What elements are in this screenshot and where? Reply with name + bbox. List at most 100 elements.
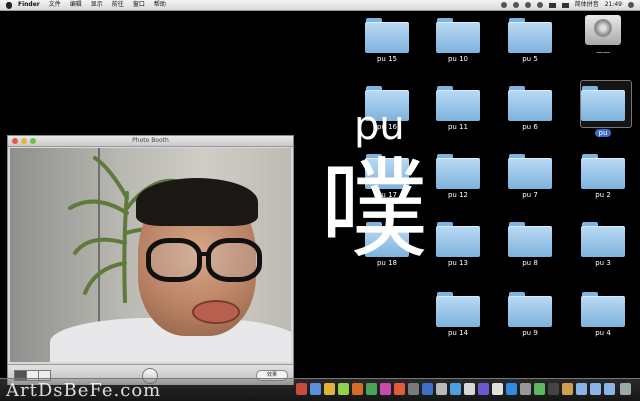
folder-icon xyxy=(508,292,552,327)
folder-pu-15[interactable]: pu 15 xyxy=(360,18,414,63)
folder-label-selected: pu xyxy=(594,129,612,137)
folder-icon xyxy=(581,222,625,257)
folder-pu-10[interactable]: pu 10 xyxy=(431,18,485,63)
dock-app-icon[interactable] xyxy=(478,383,489,395)
folder-label: pu 3 xyxy=(595,259,611,267)
dock-app-icon[interactable] xyxy=(366,383,377,395)
menu-app-finder[interactable]: Finder xyxy=(18,0,40,10)
folder-label: pu 9 xyxy=(522,329,538,337)
folder-icon xyxy=(581,292,625,327)
hard-drive-icon xyxy=(585,15,621,45)
close-icon[interactable] xyxy=(12,138,18,144)
photo-booth-window: Photo Booth 效果 xyxy=(7,135,294,385)
folder-pu-4[interactable]: pu 4 xyxy=(576,292,630,337)
dock-app-icon[interactable] xyxy=(296,383,307,395)
overlay-pinyin: pu xyxy=(354,103,405,149)
dock-app-icon[interactable] xyxy=(408,383,419,395)
flag-icon[interactable] xyxy=(561,2,569,8)
folder-label: pu 13 xyxy=(447,259,468,267)
battery-icon[interactable] xyxy=(548,2,556,8)
folder-label: pu 14 xyxy=(447,329,468,337)
menu-window[interactable]: 窗口 xyxy=(133,0,145,10)
dock-folder-icon[interactable] xyxy=(604,383,615,395)
menu-bar: Finder 文件 编辑 显示 前往 窗口 帮助 简体拼音 21:49 xyxy=(0,0,640,11)
status-area: 简体拼音 21:49 xyxy=(495,0,634,10)
hard-drive[interactable]: —— xyxy=(576,15,630,56)
folder-pu-14[interactable]: pu 14 xyxy=(431,292,485,337)
dock-app-icon[interactable] xyxy=(520,383,531,395)
folder-icon xyxy=(581,154,625,189)
folder-icon xyxy=(436,292,480,327)
folder-icon xyxy=(436,18,480,53)
folder-pu-7[interactable]: pu 7 xyxy=(503,154,557,199)
minimize-icon[interactable] xyxy=(21,138,27,144)
dock-app-icon[interactable] xyxy=(422,383,433,395)
volume-icon[interactable] xyxy=(536,2,543,8)
zoom-icon[interactable] xyxy=(30,138,36,144)
folder-label: pu 10 xyxy=(447,55,468,63)
folder-label: pu 4 xyxy=(595,329,611,337)
apple-menu-icon[interactable] xyxy=(6,1,12,9)
folder-label: pu 6 xyxy=(522,123,538,131)
folder-icon xyxy=(508,222,552,257)
dock-app-icon[interactable] xyxy=(352,383,363,395)
dock-app-icon[interactable] xyxy=(324,383,335,395)
photo-booth-titlebar[interactable]: Photo Booth xyxy=(8,136,293,147)
menu-file[interactable]: 文件 xyxy=(49,0,61,10)
menu-help[interactable]: 帮助 xyxy=(154,0,166,10)
camera-preview xyxy=(10,148,291,362)
watermark: ArtDsBeFe.com xyxy=(6,380,162,401)
person-hair xyxy=(136,178,258,226)
menu-go[interactable]: 前往 xyxy=(112,0,124,10)
folder-label: pu 11 xyxy=(447,123,468,131)
folder-pu-3[interactable]: pu 3 xyxy=(576,222,630,267)
folder-icon xyxy=(436,86,480,121)
trash-icon[interactable] xyxy=(620,383,631,395)
folder-label: pu 2 xyxy=(595,191,611,199)
folder-pu-5[interactable]: pu 5 xyxy=(503,18,557,63)
dock-app-icon[interactable] xyxy=(394,383,405,395)
folder-label: pu 8 xyxy=(522,259,538,267)
folder-pu[interactable]: pu xyxy=(576,86,630,139)
folder-icon xyxy=(436,222,480,257)
overlay-hanzi: 噗 xyxy=(320,148,429,273)
dock-app-icon[interactable] xyxy=(338,383,349,395)
dock-app-icon[interactable] xyxy=(548,383,559,395)
folder-label: pu 5 xyxy=(522,55,538,63)
dock-app-icon[interactable] xyxy=(450,383,461,395)
folder-label: pu 12 xyxy=(447,191,468,199)
folder-label: pu 7 xyxy=(522,191,538,199)
person-mouth xyxy=(192,300,240,324)
window-title: Photo Booth xyxy=(132,137,169,144)
dock-folder-icon[interactable] xyxy=(576,383,587,395)
dock-app-icon[interactable] xyxy=(464,383,475,395)
folder-pu-12[interactable]: pu 12 xyxy=(431,154,485,199)
dock-app-icon[interactable] xyxy=(380,383,391,395)
glasses-right xyxy=(206,238,262,282)
dock-folder-icon[interactable] xyxy=(590,383,601,395)
input-method-label[interactable]: 简体拼音 xyxy=(575,0,599,10)
dock-app-icon[interactable] xyxy=(436,383,447,395)
folder-pu-6[interactable]: pu 6 xyxy=(503,86,557,131)
bluetooth-icon[interactable] xyxy=(512,2,519,8)
menu-view[interactable]: 显示 xyxy=(91,0,103,10)
dock-app-icon[interactable] xyxy=(534,383,545,395)
spotlight-icon[interactable] xyxy=(628,2,634,8)
folder-pu-2[interactable]: pu 2 xyxy=(576,154,630,199)
folder-pu-9[interactable]: pu 9 xyxy=(503,292,557,337)
dock-app-icon[interactable] xyxy=(562,383,573,395)
hard-drive-label: —— xyxy=(596,48,610,56)
folder-icon xyxy=(508,18,552,53)
dock-app-icon[interactable] xyxy=(506,383,517,395)
dock-app-icon[interactable] xyxy=(310,383,321,395)
folder-icon xyxy=(581,86,625,121)
folder-pu-13[interactable]: pu 13 xyxy=(431,222,485,267)
dock-app-icon[interactable] xyxy=(492,383,503,395)
folder-pu-8[interactable]: pu 8 xyxy=(503,222,557,267)
menubar-clock[interactable]: 21:49 xyxy=(605,0,622,10)
folder-pu-11[interactable]: pu 11 xyxy=(431,86,485,131)
time-machine-icon[interactable] xyxy=(500,2,507,8)
wifi-icon[interactable] xyxy=(524,2,531,8)
folder-label: pu 15 xyxy=(376,55,397,63)
menu-edit[interactable]: 编辑 xyxy=(70,0,82,10)
